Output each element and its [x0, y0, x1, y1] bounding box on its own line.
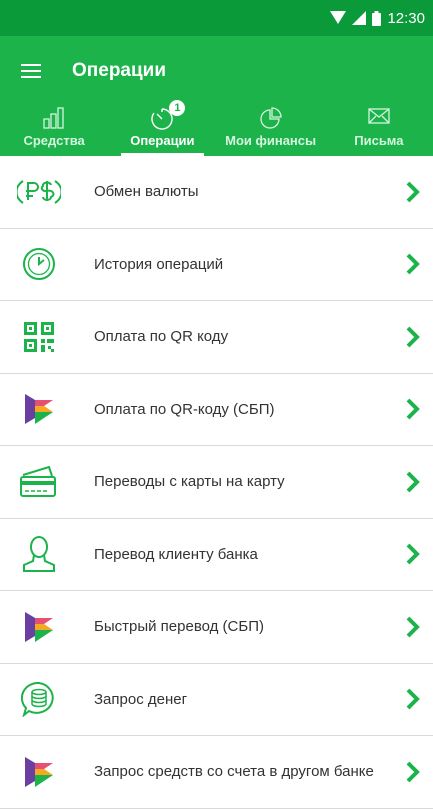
app-bar: Операции Средства 1 Операции Мои финансы… — [0, 36, 433, 156]
operations-list: Обмен валюты История операций Оплата по … — [0, 156, 433, 809]
list-item-label: История операций — [94, 255, 224, 273]
hamburger-icon — [21, 64, 41, 78]
chevron-right-icon — [406, 398, 420, 420]
tab-operations[interactable]: 1 Операции — [108, 100, 216, 156]
page-title: Операции — [72, 60, 167, 81]
chevron-right-icon — [406, 181, 420, 203]
battery-icon — [372, 10, 382, 26]
list-item-label: Обмен валюты — [94, 183, 199, 201]
list-item-label: Переводы с карты на карту — [94, 473, 285, 491]
qr-code-icon — [24, 321, 54, 352]
money-request-icon — [21, 682, 54, 718]
sbp-logo-icon — [25, 611, 53, 642]
menu-button[interactable] — [0, 36, 62, 106]
list-item-qr-payment[interactable]: Оплата по QR коду — [0, 301, 433, 374]
tab-my-finances[interactable]: Мои финансы — [217, 106, 325, 156]
tab-my-finances-label: Мои финансы — [225, 133, 317, 148]
chevron-right-icon — [406, 616, 420, 638]
signal-icon — [352, 11, 367, 25]
chevron-right-icon — [406, 543, 420, 565]
wifi-icon — [330, 11, 347, 24]
sbp-logo-icon — [25, 756, 53, 787]
tab-funds-label: Средства — [23, 133, 85, 148]
chevron-right-icon — [406, 471, 420, 493]
chevron-right-icon — [406, 253, 420, 275]
list-item-operations-history[interactable]: История операций — [0, 229, 433, 301]
tab-bar: Средства 1 Операции Мои финансы Письма — [0, 100, 433, 156]
tab-letters[interactable]: Письма — [325, 106, 433, 156]
currency-exchange-icon — [17, 179, 61, 204]
tab-operations-label: Операции — [130, 133, 195, 148]
list-item-label: Быстрый перевод (СБП) — [94, 618, 264, 636]
list-item-label: Оплата по QR-коду (СБП) — [94, 400, 275, 418]
list-item-transfer-to-client[interactable]: Перевод клиенту банка — [0, 519, 433, 591]
list-item-request-from-other-bank[interactable]: Запрос средств со счета в другом банке — [0, 736, 433, 809]
chevron-right-icon — [406, 761, 420, 783]
list-item-fast-transfer-sbp[interactable]: Быстрый перевод (СБП) — [0, 591, 433, 664]
bar-chart-icon — [43, 107, 64, 129]
status-bar: 12:30 — [0, 0, 433, 36]
tab-funds[interactable]: Средства — [0, 106, 108, 156]
list-item-currency-exchange[interactable]: Обмен валюты — [0, 156, 433, 229]
chevron-right-icon — [406, 688, 420, 710]
chevron-right-icon — [406, 326, 420, 348]
list-item-qr-payment-sbp[interactable]: Оплата по QR-коду (СБП) — [0, 374, 433, 446]
status-time: 12:30 — [387, 9, 425, 27]
clock-icon — [23, 248, 55, 281]
notification-badge: 1 — [169, 100, 186, 116]
list-item-label: Запрос денег — [94, 690, 188, 708]
list-item-label: Оплата по QR коду — [94, 328, 229, 346]
sbp-logo-icon — [25, 394, 53, 425]
list-item-card-to-card[interactable]: Переводы с карты на карту — [0, 446, 433, 519]
person-icon — [23, 536, 55, 573]
list-item-label: Перевод клиенту банка — [94, 545, 258, 563]
cards-icon — [20, 465, 56, 497]
pie-chart-icon — [260, 107, 282, 129]
tab-letters-label: Письма — [354, 133, 404, 148]
list-item-money-request[interactable]: Запрос денег — [0, 664, 433, 736]
envelope-icon — [368, 108, 390, 124]
list-item-label: Запрос средств со счета в другом банке — [94, 763, 374, 781]
